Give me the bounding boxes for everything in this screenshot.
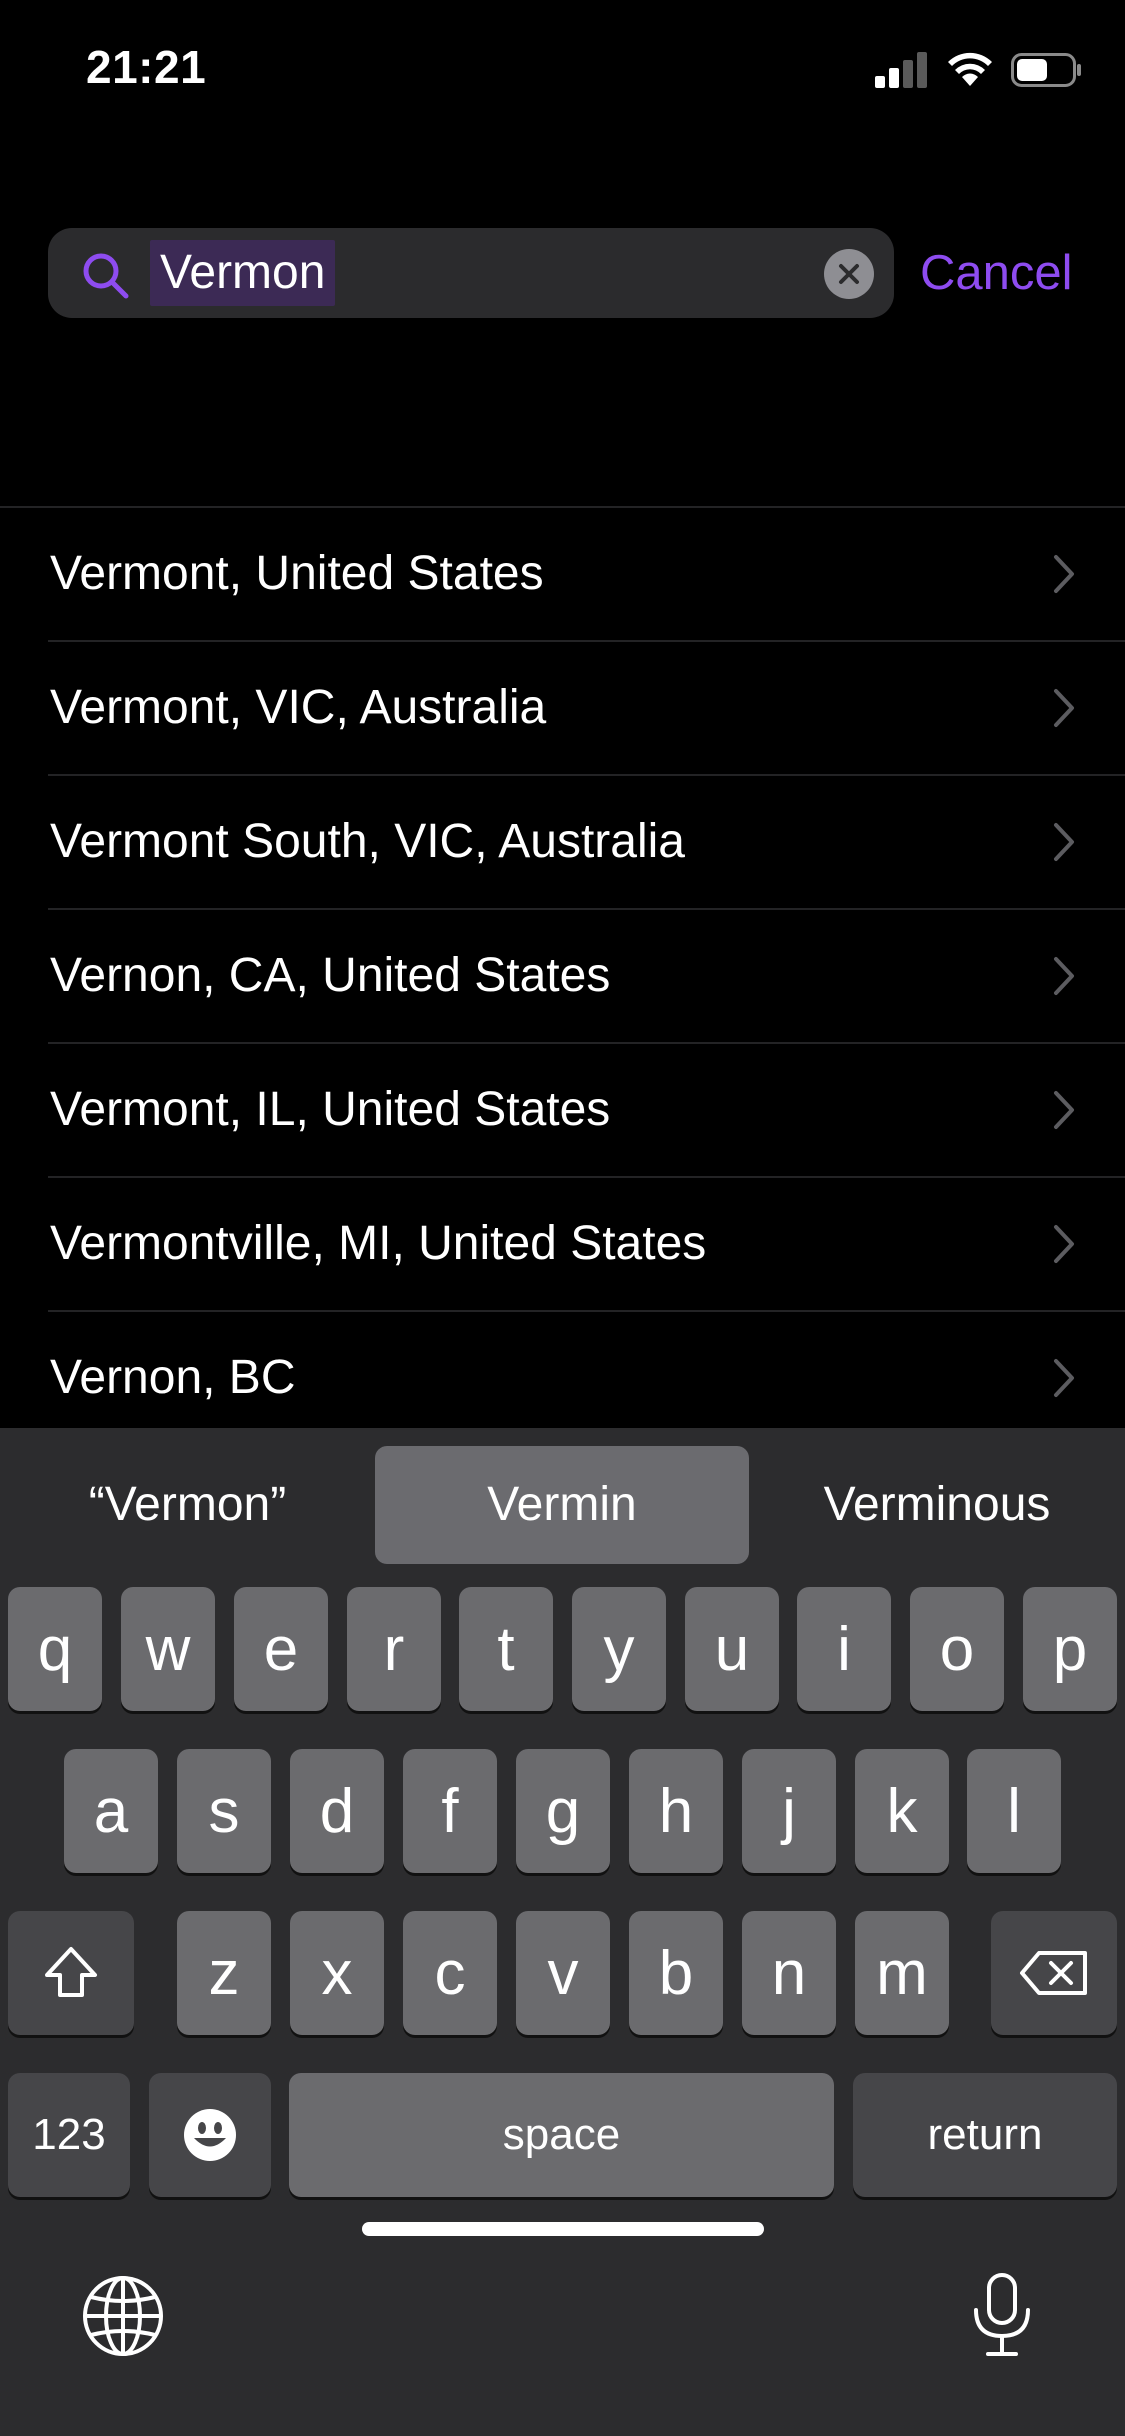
key-z[interactable]: z [177,1911,271,2035]
shift-icon [45,1947,97,1997]
list-item[interactable]: Vernon, CA, United States [48,910,1125,1044]
list-item-label: Vermont, IL, United States [50,1083,611,1136]
key-g[interactable]: g [516,1749,610,1873]
key-l[interactable]: l [967,1749,1061,1873]
search-icon [83,253,129,299]
key-c[interactable]: c [403,1911,497,2035]
key-b[interactable]: b [629,1911,723,2035]
key-k[interactable]: k [855,1749,949,1873]
status-icons [875,50,1083,90]
key-p[interactable]: p [1023,1587,1117,1711]
home-indicator[interactable] [362,2222,764,2236]
globe-icon[interactable] [82,2275,164,2357]
key-y[interactable]: y [572,1587,666,1711]
key-w[interactable]: w [121,1587,215,1711]
list-item[interactable]: Vernon, BC [48,1312,1125,1444]
list-item[interactable]: Vermont, IL, United States [48,1044,1125,1178]
suggestion-item[interactable]: Verminous [759,1446,1115,1564]
list-item-label: Vermont South, VIC, Australia [50,815,685,868]
chevron-right-icon [1054,689,1074,727]
numbers-key[interactable]: 123 [8,2073,130,2197]
clear-search-button[interactable] [824,249,874,299]
chevron-right-icon [1054,1091,1074,1129]
key-x[interactable]: x [290,1911,384,2035]
key-a[interactable]: a [64,1749,158,1873]
emoji-key[interactable] [149,2073,271,2197]
chevron-right-icon [1054,1225,1074,1263]
list-item-label: Vermont, United States [50,547,544,600]
return-key[interactable]: return [853,2073,1117,2197]
chevron-right-icon [1054,823,1074,861]
search-field[interactable]: Vermon [48,228,894,318]
key-u[interactable]: u [685,1587,779,1711]
battery-icon [1011,53,1081,87]
key-o[interactable]: o [910,1587,1004,1711]
key-e[interactable]: e [234,1587,328,1711]
list-item[interactable]: Vermont South, VIC, Australia [48,776,1125,910]
key-h[interactable]: h [629,1749,723,1873]
key-i[interactable]: i [797,1587,891,1711]
emoji-icon [184,2109,236,2161]
cellular-signal-icon [875,52,927,88]
list-item-label: Vernon, CA, United States [50,949,611,1002]
key-m[interactable]: m [855,1911,949,2035]
key-j[interactable]: j [742,1749,836,1873]
key-t[interactable]: t [459,1587,553,1711]
status-time: 21:21 [86,41,207,93]
list-item[interactable]: Vermont, United States [48,508,1125,642]
chevron-right-icon [1054,1359,1074,1397]
key-q[interactable]: q [8,1587,102,1711]
key-n[interactable]: n [742,1911,836,2035]
key-r[interactable]: r [347,1587,441,1711]
key-v[interactable]: v [516,1911,610,2035]
list-item[interactable]: Vermont, VIC, Australia [48,642,1125,776]
chevron-right-icon [1054,957,1074,995]
list-item-label: Vermont, VIC, Australia [50,681,547,734]
search-row: Vermon Cancel [48,228,1088,318]
list-item-label: Vernon, BC [50,1351,296,1404]
cancel-button[interactable]: Cancel [920,242,1073,304]
shift-key[interactable] [8,1911,134,2035]
key-s[interactable]: s [177,1749,271,1873]
suggestion-bar: “Vermon” Vermin Verminous [0,1446,1125,1564]
backspace-icon [1020,1951,1087,1995]
status-bar: 21:21 [0,0,1125,140]
key-f[interactable]: f [403,1749,497,1873]
list-item[interactable]: Vermontville, MI, United States [48,1178,1125,1312]
keyboard: “Vermon” Vermin Verminous q w e r t y u … [0,1428,1125,2436]
list-item-label: Vermontville, MI, United States [50,1217,707,1270]
suggestion-item[interactable]: Vermin [375,1446,749,1564]
search-input[interactable]: Vermon [150,240,336,306]
delete-key[interactable] [991,1911,1117,2035]
suggestion-item[interactable]: “Vermon” [10,1446,365,1564]
chevron-right-icon [1054,555,1074,593]
wifi-icon [948,52,992,86]
microphone-icon[interactable] [970,2272,1034,2358]
key-d[interactable]: d [290,1749,384,1873]
close-icon [839,264,859,284]
space-key[interactable]: space [289,2073,834,2197]
results-list: Vermont, United States Vermont, VIC, Aus… [0,506,1125,1444]
